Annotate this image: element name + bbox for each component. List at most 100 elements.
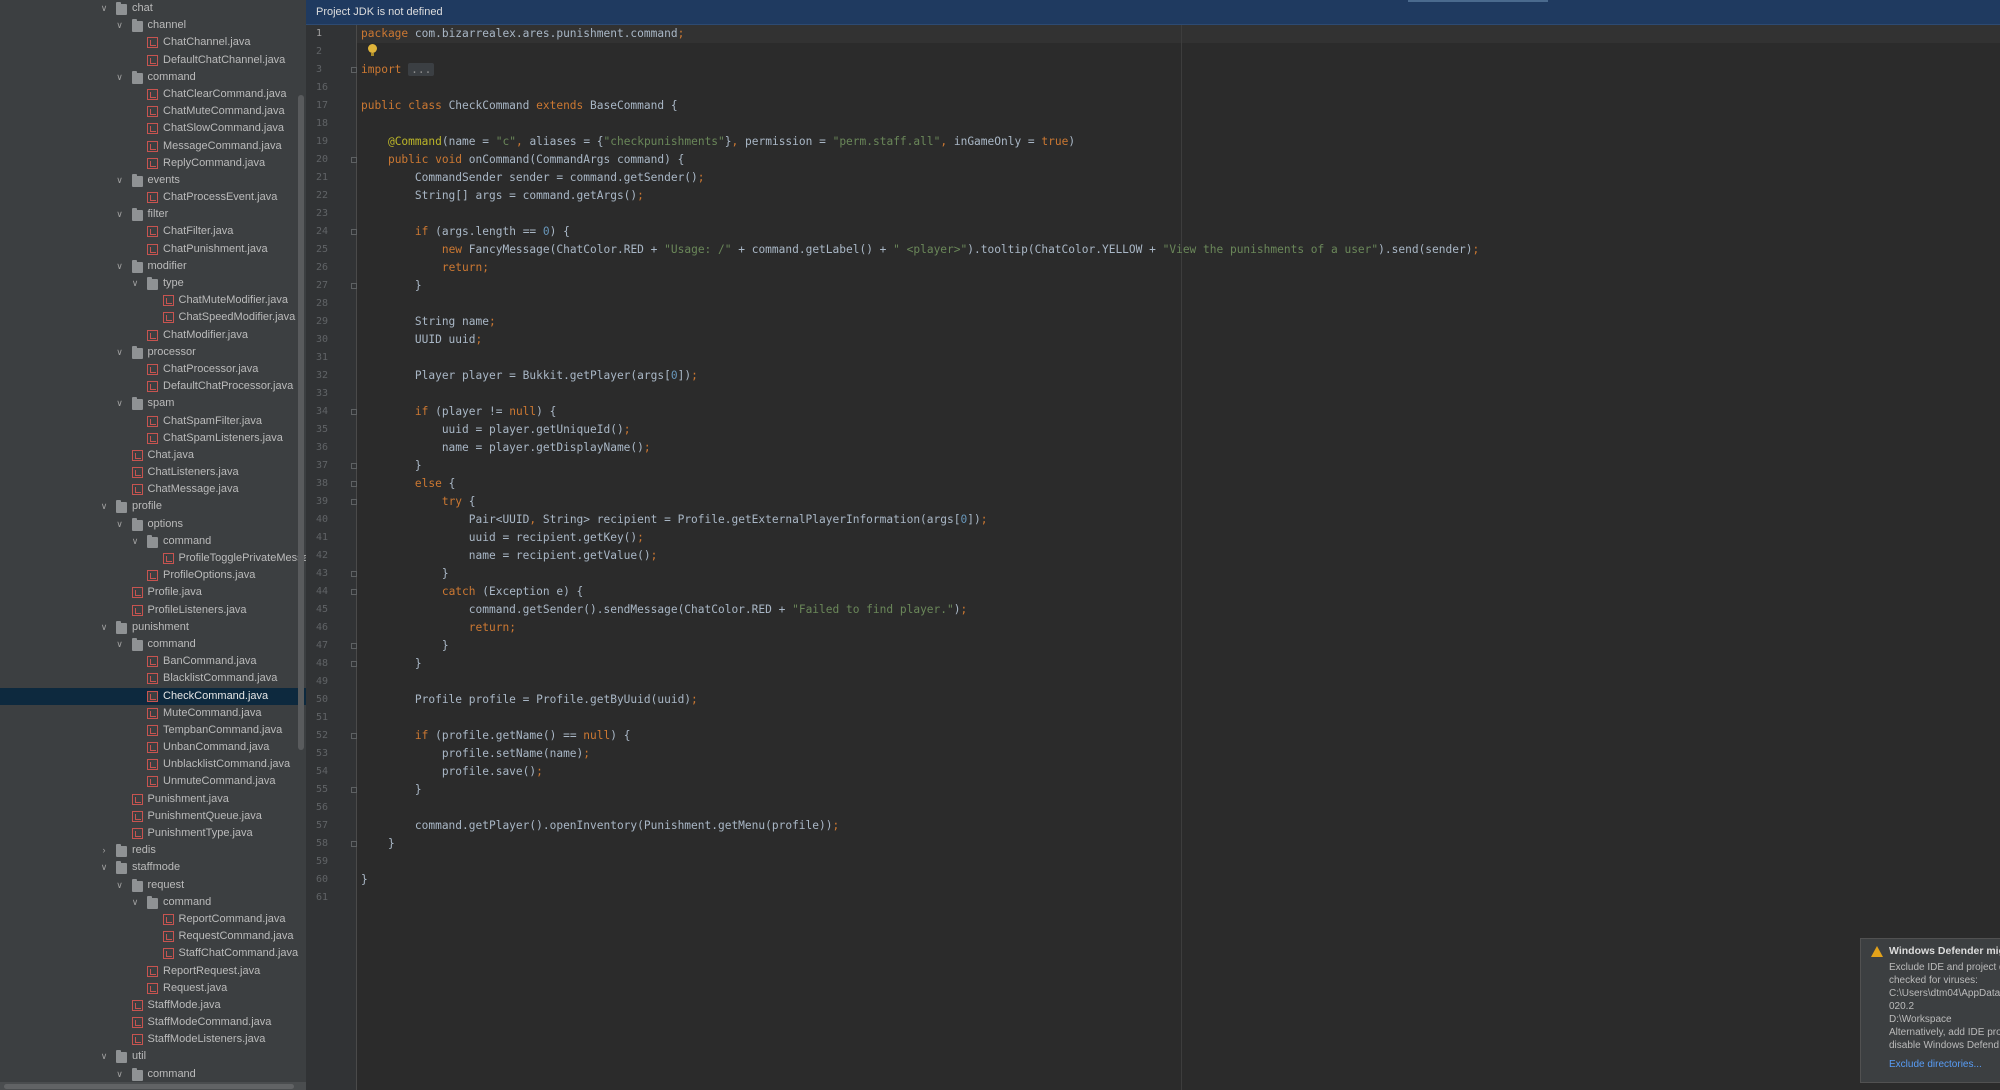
tree-file-row[interactable]: ReportRequest.java [0, 963, 306, 980]
tree-folder-row[interactable]: ∨ command [0, 636, 306, 653]
code-line[interactable]: package com.bizarrealex.ares.punishment.… [361, 25, 1479, 43]
code-line[interactable]: uuid = recipient.getKey(); [361, 529, 1479, 547]
gutter-line[interactable]: 61 [306, 889, 357, 907]
tree-file-row[interactable]: ChatModifier.java [0, 327, 306, 344]
gutter-line[interactable]: 59 [306, 853, 357, 871]
tree-file-row[interactable]: RequestCommand.java [0, 928, 306, 945]
code-line[interactable]: name = player.getDisplayName(); [361, 439, 1479, 457]
code-line[interactable]: uuid = player.getUniqueId(); [361, 421, 1479, 439]
tree-horizontal-scrollbar-thumb[interactable] [4, 1084, 294, 1089]
gutter-line[interactable]: 42 [306, 547, 357, 565]
gutter-line[interactable]: 26 [306, 259, 357, 277]
gutter-line[interactable]: 43 [306, 565, 357, 583]
code-line[interactable]: Pair<UUID, String> recipient = Profile.g… [361, 511, 1479, 529]
gutter-line[interactable]: 20 [306, 151, 357, 169]
tree-folder-row[interactable]: ∨ options [0, 516, 306, 533]
tree-file-row[interactable]: UnbanCommand.java [0, 739, 306, 756]
intention-bulb-icon[interactable] [368, 44, 377, 56]
code-line[interactable]: import ... [361, 61, 1479, 79]
tree-file-row[interactable]: MessageCommand.java [0, 138, 306, 155]
code-line[interactable]: if (player != null) { [361, 403, 1479, 421]
chevron-down-icon[interactable]: ∨ [114, 17, 126, 34]
gutter-line[interactable]: 58 [306, 835, 357, 853]
code-line[interactable]: String[] args = command.getArgs(); [361, 187, 1479, 205]
tree-file-row[interactable]: StaffModeCommand.java [0, 1014, 306, 1031]
code-line[interactable]: if (profile.getName() == null) { [361, 727, 1479, 745]
chevron-down-icon[interactable]: ∨ [114, 636, 126, 653]
tree-file-row[interactable]: ChatListeners.java [0, 464, 306, 481]
chevron-down-icon[interactable]: ∨ [114, 206, 126, 223]
code-line[interactable] [361, 349, 1479, 367]
chevron-down-icon[interactable]: ∨ [98, 859, 110, 876]
tree-file-row[interactable]: ChatSlowCommand.java [0, 120, 306, 137]
tree-file-row[interactable]: ReplyCommand.java [0, 155, 306, 172]
tree-file-row[interactable]: ChatProcessEvent.java [0, 189, 306, 206]
gutter-line[interactable]: 49 [306, 673, 357, 691]
chevron-down-icon[interactable]: ∨ [114, 516, 126, 533]
code-line[interactable] [361, 853, 1479, 871]
gutter-line[interactable]: 45 [306, 601, 357, 619]
code-line[interactable]: return; [361, 619, 1479, 637]
tree-file-row[interactable]: UnblacklistCommand.java [0, 756, 306, 773]
tree-file-row[interactable]: ChatPunishment.java [0, 241, 306, 258]
tree-file-row[interactable]: ProfileOptions.java [0, 567, 306, 584]
code-line[interactable]: try { [361, 493, 1479, 511]
code-line[interactable] [361, 115, 1479, 133]
tree-file-row[interactable]: PunishmentType.java [0, 825, 306, 842]
windows-defender-notification[interactable]: Windows Defender mig Exclude IDE and pro… [1860, 938, 2000, 1083]
tree-file-row[interactable]: PunishmentQueue.java [0, 808, 306, 825]
gutter-line[interactable]: 41 [306, 529, 357, 547]
gutter-line[interactable]: 28 [306, 295, 357, 313]
code-line[interactable]: UUID uuid; [361, 331, 1479, 349]
chevron-down-icon[interactable]: ∨ [98, 619, 110, 636]
gutter-line[interactable]: 32 [306, 367, 357, 385]
chevron-down-icon[interactable]: ∨ [114, 344, 126, 361]
tree-file-row[interactable]: CheckCommand.java [0, 687, 306, 705]
gutter-line[interactable]: 16 [306, 79, 357, 97]
line-number-gutter[interactable]: 1 2 3 16 17 18 19 20 21 22 23 24 25 26 27 28 29 30 31 32 33 3… [306, 25, 357, 1090]
code-line[interactable]: } [361, 457, 1479, 475]
gutter-line[interactable]: 17 [306, 97, 357, 115]
code-line[interactable] [361, 43, 1479, 61]
tree-folder-row[interactable]: ∨ type [0, 275, 306, 292]
gutter-line[interactable]: 54 [306, 763, 357, 781]
tree-horizontal-scrollbar[interactable] [0, 1082, 306, 1090]
gutter-line[interactable]: 18 [306, 115, 357, 133]
code-line[interactable]: } [361, 277, 1479, 295]
gutter-line[interactable]: 37 [306, 457, 357, 475]
tree-file-row[interactable]: ChatProcessor.java [0, 361, 306, 378]
tree-file-row[interactable]: TempbanCommand.java [0, 722, 306, 739]
tree-folder-row[interactable]: ∨ util [0, 1048, 306, 1065]
gutter-line[interactable]: 47 [306, 637, 357, 655]
tree-file-row[interactable]: ChatSpamFilter.java [0, 413, 306, 430]
code-line[interactable] [361, 799, 1479, 817]
tree-folder-row[interactable]: ∨ spam [0, 395, 306, 412]
gutter-line[interactable]: 24 [306, 223, 357, 241]
project-tree[interactable]: ∨ chat ∨ channel ChatChannel.java DefaultChat… [0, 0, 306, 1090]
gutter-line[interactable]: 40 [306, 511, 357, 529]
chevron-down-icon[interactable]: ∨ [98, 1048, 110, 1065]
tree-file-row[interactable]: ChatSpamListeners.java [0, 430, 306, 447]
code-line[interactable]: public void onCommand(CommandArgs comman… [361, 151, 1479, 169]
tree-folder-row[interactable]: ∨ command [0, 894, 306, 911]
chevron-down-icon[interactable]: ∨ [129, 275, 141, 292]
tree-folder-row[interactable]: ∨ command [0, 1066, 306, 1083]
chevron-down-icon[interactable]: ∨ [114, 69, 126, 86]
tree-folder-row[interactable]: ∨ staffmode [0, 859, 306, 876]
tree-file-row[interactable]: BanCommand.java [0, 653, 306, 670]
chevron-down-icon[interactable]: ∨ [114, 395, 126, 412]
code-line[interactable]: new FancyMessage(ChatColor.RED + "Usage:… [361, 241, 1479, 259]
code-line[interactable]: String name; [361, 313, 1479, 331]
code-line[interactable]: profile.save(); [361, 763, 1479, 781]
tree-folder-row[interactable]: ∨ chat [0, 0, 306, 17]
tree-folder-row[interactable]: ∨ channel [0, 17, 306, 34]
code-line[interactable]: } [361, 655, 1479, 673]
chevron-down-icon[interactable]: ∨ [114, 877, 126, 894]
code-line[interactable]: } [361, 637, 1479, 655]
gutter-line[interactable]: 31 [306, 349, 357, 367]
code-line[interactable] [361, 673, 1479, 691]
tree-file-row[interactable]: ChatChannel.java [0, 34, 306, 51]
gutter-line[interactable]: 48 [306, 655, 357, 673]
tree-file-row[interactable]: ChatMuteModifier.java [0, 292, 306, 309]
code-line[interactable]: command.getPlayer().openInventory(Punish… [361, 817, 1479, 835]
